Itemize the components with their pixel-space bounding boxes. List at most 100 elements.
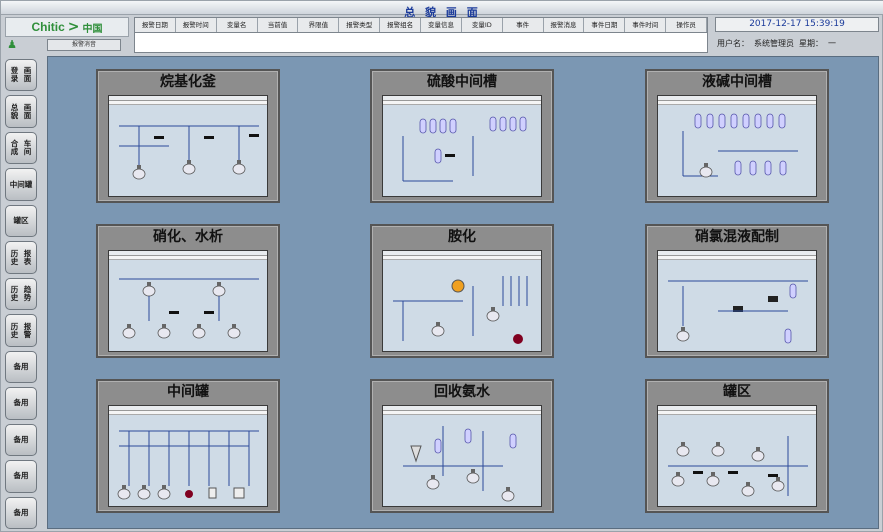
nav-button-label: 历史 [10,321,19,339]
nav-sidebar: 登录 画面 总貌 画面 合成 车间 中间罐罐区 历史 报表 历史 趋势 历史 报警备用备用备用备用备用 [5,59,41,530]
user-bar: 用户名： 系统管理员 星期： 一 [715,37,879,51]
schematic-thumbnail [668,436,808,497]
alarm-column-header: 变量名 [217,18,258,32]
nav-button-label: 登录 [10,66,19,84]
nav-button-sublabel: 用 [21,361,29,371]
panel-title: 硫酸中间槽 [427,74,497,90]
panel-title: 液碱中间槽 [702,74,772,90]
alarm-person-icon: ♟ [7,38,17,51]
alarm-silence-button[interactable]: 报警消音 [47,39,121,51]
nav-button-label: 备 [13,398,22,408]
overview-panel[interactable]: 硫酸中间槽 [370,69,554,203]
company-logo: Chitic > 中国 [5,17,129,37]
panel-title: 中间罐 [167,384,209,400]
nav-button-sublabel: 罐 [24,179,33,189]
schematic-thumbnail [402,116,527,182]
nav-button-label: 备 [13,507,22,517]
nav-button-sublabel: 报警 [23,321,32,339]
nav-button-label: 备 [13,361,22,371]
nav-button[interactable]: 总貌 画面 [5,95,37,128]
user-label: 用户名： [717,39,749,48]
datetime-display: 2017-12-17 15:39:19 [715,17,879,32]
nav-button[interactable]: 登录 画面 [5,59,37,92]
nav-button-label: 备 [13,434,22,444]
nav-button-sublabel: 用 [21,471,29,481]
nav-button[interactable]: 备用 [5,496,37,530]
thumbnail-toolbar [658,101,816,105]
nav-button-sublabel: 用 [21,398,29,408]
alarm-column-header: 事件时间 [625,18,667,32]
nav-button-label: 总貌 [10,102,19,120]
scada-app: 总 貌 画 面 Chitic > 中国 ♟ 报警消音 报警日期 报警时间 变量名 当前… [0,0,883,532]
schematic-thumbnail [117,430,259,500]
title-bar: 总 貌 画 面 [1,1,883,19]
alarm-column-header: 当前值 [258,18,299,32]
alarm-column-header: 变量信息 [421,18,462,32]
panel-screenshot [108,95,268,197]
schematic-thumbnail [119,278,259,339]
alarm-column-header: 操作员 [666,18,708,32]
panel-screenshot [108,405,268,507]
panel-screenshot [108,250,268,352]
thumbnail-toolbar [109,411,267,415]
panel-title: 胺化 [448,229,476,245]
chevron-right-icon: > [67,19,80,35]
schematic-thumbnail [393,276,528,344]
alarm-column-header: 报警时间 [176,18,217,32]
week-value: 一 [828,39,836,48]
schematic-thumbnail [668,280,808,344]
nav-button[interactable]: 备用 [5,350,37,384]
alarm-column-header: 变量ID [462,18,503,32]
alarm-table[interactable]: 报警日期 报警时间 变量名 当前值 界限值 报警类型 报警组名 变量信息 变量ID 事件 报警消息事… [134,17,708,53]
thumbnail-toolbar [109,256,267,260]
panel-title: 罐区 [723,384,751,400]
nav-button-sublabel: 报表 [23,248,32,266]
alarm-column-header: 报警类型 [339,18,381,32]
nav-button-sublabel: 用 [21,434,29,444]
thumbnail-toolbar [383,411,541,415]
nav-button[interactable]: 罐区 [5,204,37,238]
panel-screenshot [657,250,817,352]
overview-panel[interactable]: 胺化 [370,224,554,358]
logo-chinese: 中国 [82,23,103,35]
overview-panel[interactable]: 液碱中间槽 [645,69,829,203]
thumbnail-toolbar [658,256,816,260]
logo-brand: Chitic [31,20,65,34]
overview-panel[interactable]: 中间罐 [96,379,280,513]
nav-button[interactable]: 中间罐 [5,168,37,201]
nav-button-label: 历史 [10,248,19,266]
panel-screenshot [657,95,817,197]
overview-panel[interactable]: 烷基化釜 [96,69,280,203]
panel-screenshot [657,405,817,507]
nav-button[interactable]: 历史 报警 [5,314,37,347]
alarm-column-header: 报警日期 [135,18,176,32]
nav-button[interactable]: 备用 [5,423,37,457]
nav-button-label: 罐区 [13,216,29,226]
nav-button-sublabel: 趋势 [23,285,32,303]
week-label: 星期： [799,39,823,48]
overview-panel[interactable]: 罐区 [645,379,829,513]
panel-title: 烷基化釜 [160,74,216,90]
panel-title: 回收氨水 [434,384,490,400]
overview-panel[interactable]: 硝氯混液配制 [645,224,829,358]
alarm-column-header: 报警消息 [544,18,585,32]
nav-button-label: 历史 [10,285,19,303]
nav-button-label: 备 [13,471,22,481]
overview-panel[interactable]: 硝化、水析 [96,224,280,358]
nav-button[interactable]: 备用 [5,460,37,493]
schematic-thumbnail [682,113,798,178]
nav-button[interactable]: 合成 车间 [5,131,37,165]
alarm-column-header: 事件 [503,18,544,32]
schematic-thumbnail [119,125,259,180]
panel-title: 硝化、水析 [153,229,223,245]
nav-button-sublabel: 用 [21,507,29,517]
nav-button[interactable]: 历史 报表 [5,241,37,274]
alarm-column-header: 事件日期 [584,18,626,32]
nav-button-sublabel: 画面 [23,102,32,120]
nav-button[interactable]: 历史 趋势 [5,277,37,311]
panel-screenshot [382,95,542,197]
overview-panel[interactable]: 回收氨水 [370,379,554,513]
nav-button[interactable]: 备用 [5,387,37,420]
schematic-thumbnail [403,426,517,502]
alarm-toolbar: ♟ 报警消音 [5,38,129,52]
